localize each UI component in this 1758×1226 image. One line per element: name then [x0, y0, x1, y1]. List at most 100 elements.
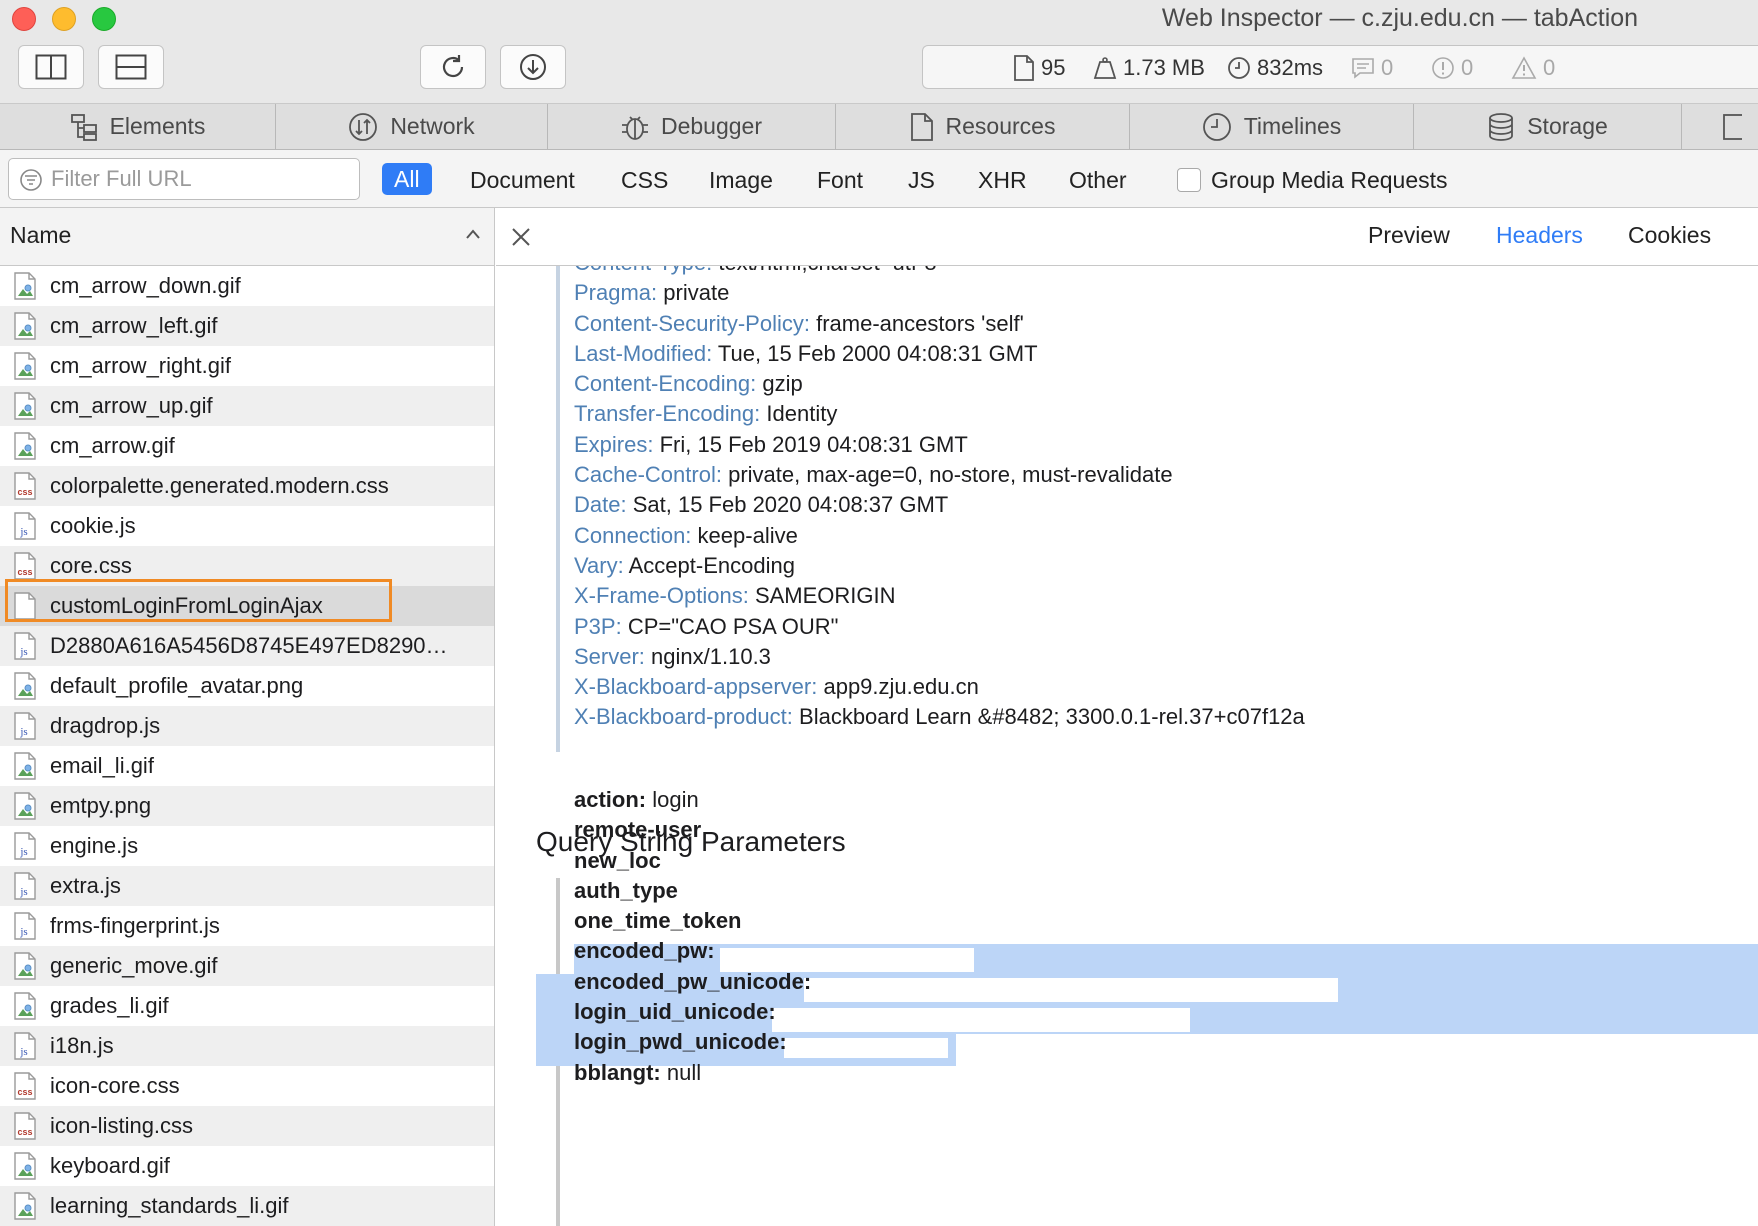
filter-url-input[interactable] — [51, 163, 351, 195]
resource-list-item[interactable]: js engine.js — [0, 826, 494, 866]
header-value: app9.zju.edu.cn — [823, 674, 979, 700]
detail-header: Preview Headers Cookies — [496, 208, 1758, 266]
close-icon[interactable] — [510, 226, 532, 248]
response-header-row: X-Frame-Options: SAMEORIGIN — [574, 581, 1758, 611]
minimize-window-button[interactable] — [52, 7, 76, 31]
resource-list-item[interactable]: css colorpalette.generated.modern.css — [0, 466, 494, 506]
close-window-button[interactable] — [12, 7, 36, 31]
resource-list-item[interactable]: generic_move.gif — [0, 946, 494, 986]
tab-timelines[interactable]: Timelines — [1130, 104, 1414, 149]
tab-preview[interactable]: Preview — [1368, 222, 1450, 249]
clock-icon — [1228, 57, 1250, 79]
resource-list-item[interactable]: js cookie.js — [0, 506, 494, 546]
response-headers: Content-Type: text/html;charset=utf-8Pra… — [574, 248, 1758, 733]
tab-cookies[interactable]: Cookies — [1628, 222, 1711, 249]
resource-list-item[interactable]: js frms-fingerprint.js — [0, 906, 494, 946]
resource-name: dragdrop.js — [50, 713, 161, 738]
filter-type-xhr[interactable]: XHR — [978, 164, 1027, 196]
resource-list-item[interactable]: cm_arrow_down.gif — [0, 266, 494, 306]
param-name: encoded_pw_unicode: — [574, 968, 812, 994]
resource-count[interactable]: 95 — [1013, 46, 1065, 90]
resource-list-item[interactable]: keyboard.gif — [0, 1146, 494, 1186]
tab-headers[interactable]: Headers — [1496, 222, 1583, 249]
header-value: SAMEORIGIN — [754, 583, 896, 609]
resource-list-item[interactable]: css icon-listing.css — [0, 1106, 494, 1146]
query-param-row: login_pwd_unicode: — [574, 1027, 1758, 1057]
query-param-row: auth_type — [574, 876, 1758, 906]
header-value: Tue, 15 Feb 2000 04:08:31 GMT — [717, 340, 1038, 366]
resource-list-item[interactable]: cm_arrow_right.gif — [0, 346, 494, 386]
tab-storage[interactable]: Storage — [1414, 104, 1682, 149]
resource-list-item[interactable]: default_profile_avatar.png — [0, 666, 494, 706]
filter-type-font[interactable]: Font — [817, 164, 863, 196]
tab-debugger[interactable]: Debugger — [548, 104, 836, 149]
response-headers-indent-bar — [556, 252, 560, 752]
group-media-checkbox[interactable] — [1177, 168, 1201, 192]
load-time[interactable]: 832ms — [1227, 46, 1323, 90]
response-header-row: Connection: keep-alive — [574, 521, 1758, 551]
js-file-icon: js — [14, 632, 36, 660]
resource-list-item[interactable]: js extra.js — [0, 866, 494, 906]
filter-type-js[interactable]: JS — [908, 164, 935, 196]
param-value: login — [652, 787, 699, 812]
header-name: X-Frame-Options: — [574, 583, 749, 609]
warning-count[interactable]: 0 — [1511, 46, 1555, 90]
resource-list-item[interactable]: js D2880A616A5456D8745E497ED8290… — [0, 626, 494, 666]
header-name: P3P: — [574, 613, 622, 639]
resource-list-item[interactable]: css icon-core.css — [0, 1066, 494, 1106]
filter-field[interactable] — [8, 158, 360, 200]
tab-resources[interactable]: Resources — [836, 104, 1130, 149]
network-icon — [349, 112, 378, 141]
tab-elements[interactable]: Elements — [0, 104, 276, 149]
resource-size[interactable]: 1.73 MB — [1093, 46, 1205, 90]
zoom-window-button[interactable] — [92, 7, 116, 31]
resource-name: cookie.js — [50, 513, 136, 538]
header-name: Cache-Control: — [574, 462, 722, 488]
query-param-row: remote-user — [574, 815, 1758, 845]
response-header-row: Cache-Control: private, max-age=0, no-st… — [574, 460, 1758, 490]
image-file-icon — [14, 952, 36, 980]
resource-list-item[interactable]: customLoginFromLoginAjax — [0, 586, 494, 626]
resource-list-item[interactable]: js dragdrop.js — [0, 706, 494, 746]
name-column-header[interactable]: Name — [0, 208, 494, 266]
header-value: Blackboard Learn &#8482; 3300.0.1-rel.37… — [799, 704, 1305, 730]
reload-button[interactable] — [420, 45, 486, 89]
resource-list-item[interactable]: emtpy.png — [0, 786, 494, 826]
image-file-icon — [14, 352, 36, 380]
resource-name: default_profile_avatar.png — [50, 673, 304, 698]
filter-type-css[interactable]: CSS — [621, 164, 668, 196]
dock-bottom-button[interactable] — [98, 45, 164, 89]
resource-list-item[interactable]: cm_arrow.gif — [0, 426, 494, 466]
tab-more[interactable] — [1682, 104, 1758, 149]
header-value: nginx/1.10.3 — [651, 643, 771, 669]
resource-list-item[interactable]: js i18n.js — [0, 1026, 494, 1066]
resource-name: engine.js — [50, 833, 139, 858]
resource-name: grades_li.gif — [50, 993, 169, 1018]
resource-list-item[interactable]: learning_standards_li.gif — [0, 1186, 494, 1226]
resource-list-item[interactable]: email_li.gif — [0, 746, 494, 786]
dock-side-button[interactable] — [18, 45, 84, 89]
header-name: Content-Encoding: — [574, 371, 757, 397]
param-name: encoded_pw: — [574, 938, 715, 964]
header-value: Fri, 15 Feb 2019 04:08:31 GMT — [659, 431, 968, 457]
resource-list-item[interactable]: grades_li.gif — [0, 986, 494, 1026]
error-count[interactable]: 0 — [1431, 46, 1473, 90]
dock-side-icon — [35, 54, 67, 80]
header-name: Pragma: — [574, 280, 658, 306]
filter-type-other[interactable]: Other — [1069, 164, 1127, 196]
svg-text:css: css — [17, 567, 32, 577]
download-button[interactable] — [500, 45, 566, 89]
svg-text:js: js — [19, 526, 27, 538]
header-name: Last-Modified: — [574, 340, 713, 366]
resource-list-item[interactable]: css core.css — [0, 546, 494, 586]
tab-network[interactable]: Network — [276, 104, 548, 149]
resource-list-item[interactable]: cm_arrow_left.gif — [0, 306, 494, 346]
resource-list-item[interactable]: cm_arrow_up.gif — [0, 386, 494, 426]
query-param-row: one_time_token — [574, 906, 1758, 936]
filter-type-document[interactable]: Document — [470, 164, 575, 196]
log-count[interactable]: 0 — [1351, 46, 1393, 90]
filter-type-all[interactable]: All — [382, 163, 432, 195]
inspector-tab-bar: Elements Network Debugger Resources Time… — [0, 104, 1758, 150]
param-value: null — [666, 1059, 702, 1085]
filter-type-image[interactable]: Image — [709, 164, 773, 196]
